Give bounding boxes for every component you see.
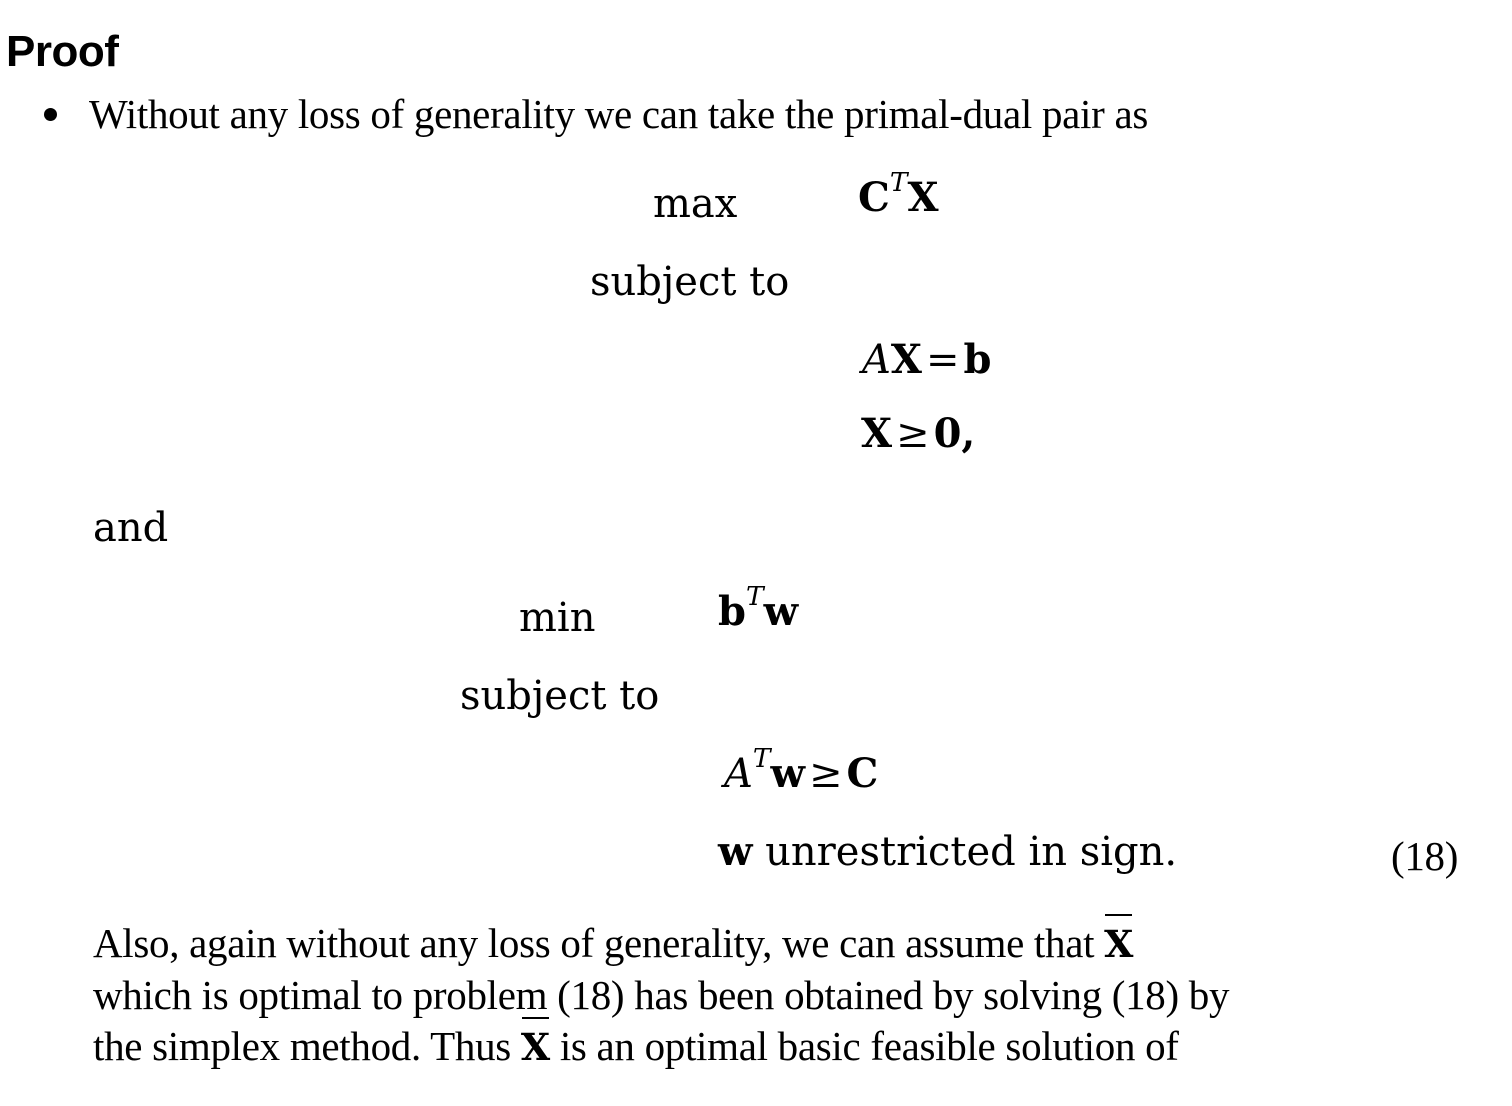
equation-number: (18) (1391, 833, 1459, 879)
greater-equal-sign: ≥ (808, 751, 843, 797)
bullet-list-item: Without any loss of generality we can ta… (44, 89, 1474, 139)
closing-paragraph: Also, again without any loss of generali… (93, 914, 1493, 1073)
closing-line-3-pre: the simplex method. Thus (93, 1023, 521, 1069)
transpose-superscript: T (745, 580, 764, 612)
page-title: Proof (6, 27, 119, 77)
primal-objective-expression: CTX (858, 169, 939, 218)
primal-subject-to-label: subject to (590, 262, 789, 302)
transpose-superscript: T (752, 742, 771, 774)
transpose-superscript: T (889, 166, 908, 198)
bullet-point-icon (44, 108, 57, 121)
dual-objective-expression: bTw (718, 583, 798, 632)
vector-c: C (858, 174, 890, 221)
matrix-a: A (724, 751, 753, 797)
min-operator-label: min (519, 595, 596, 641)
dual-unrestricted-sign-note: w unrestricted in sign. (718, 829, 1178, 875)
vector-x: X (890, 336, 922, 383)
bullet-item-text: Without any loss of generality we can ta… (89, 91, 1148, 137)
subject-to-text: subject to (460, 673, 660, 719)
closing-line-3-post: is an optimal basic feasible solution of (549, 1023, 1179, 1069)
closing-line-3: the simplex method. Thus X is an optimal… (93, 1017, 1493, 1073)
unrestricted-in-sign-text: unrestricted in sign. (752, 829, 1178, 875)
dual-inequality-constraint: ATw ≥ C (724, 745, 878, 797)
dual-subject-to-label: subject to (460, 676, 659, 716)
vector-w: w (763, 588, 799, 635)
primal-equality-constraint: AX = b (862, 337, 991, 383)
primal-objective-operator: max (653, 184, 737, 224)
vector-x: X (907, 174, 939, 221)
vector-c: C (846, 750, 879, 797)
comma-punctuation: , (961, 410, 976, 457)
dual-objective-operator: min (519, 598, 595, 638)
vector-w: w (718, 828, 753, 875)
closing-line-2: which is optimal to problem (18) has bee… (93, 972, 1230, 1018)
vector-b: b (963, 336, 992, 383)
vector-b: b (718, 588, 746, 635)
zero-vector: 0 (933, 410, 962, 457)
x-bar-symbol: X (1104, 914, 1133, 970)
vector-w: w (770, 750, 805, 797)
matrix-a: A (862, 337, 891, 383)
x-bar-symbol: X (521, 1017, 550, 1073)
primal-nonnegativity-constraint: X ≥0, (861, 411, 975, 457)
closing-line-1-text: Also, again without any loss of generali… (93, 920, 1105, 966)
max-operator-label: max (653, 181, 738, 227)
equals-sign: = (925, 337, 960, 383)
subject-to-text: subject to (590, 259, 790, 305)
closing-line-1: Also, again without any loss of generali… (93, 914, 1493, 970)
greater-equal-sign: ≥ (896, 411, 930, 457)
vector-x: X (861, 410, 893, 457)
connector-and: and (93, 505, 169, 551)
